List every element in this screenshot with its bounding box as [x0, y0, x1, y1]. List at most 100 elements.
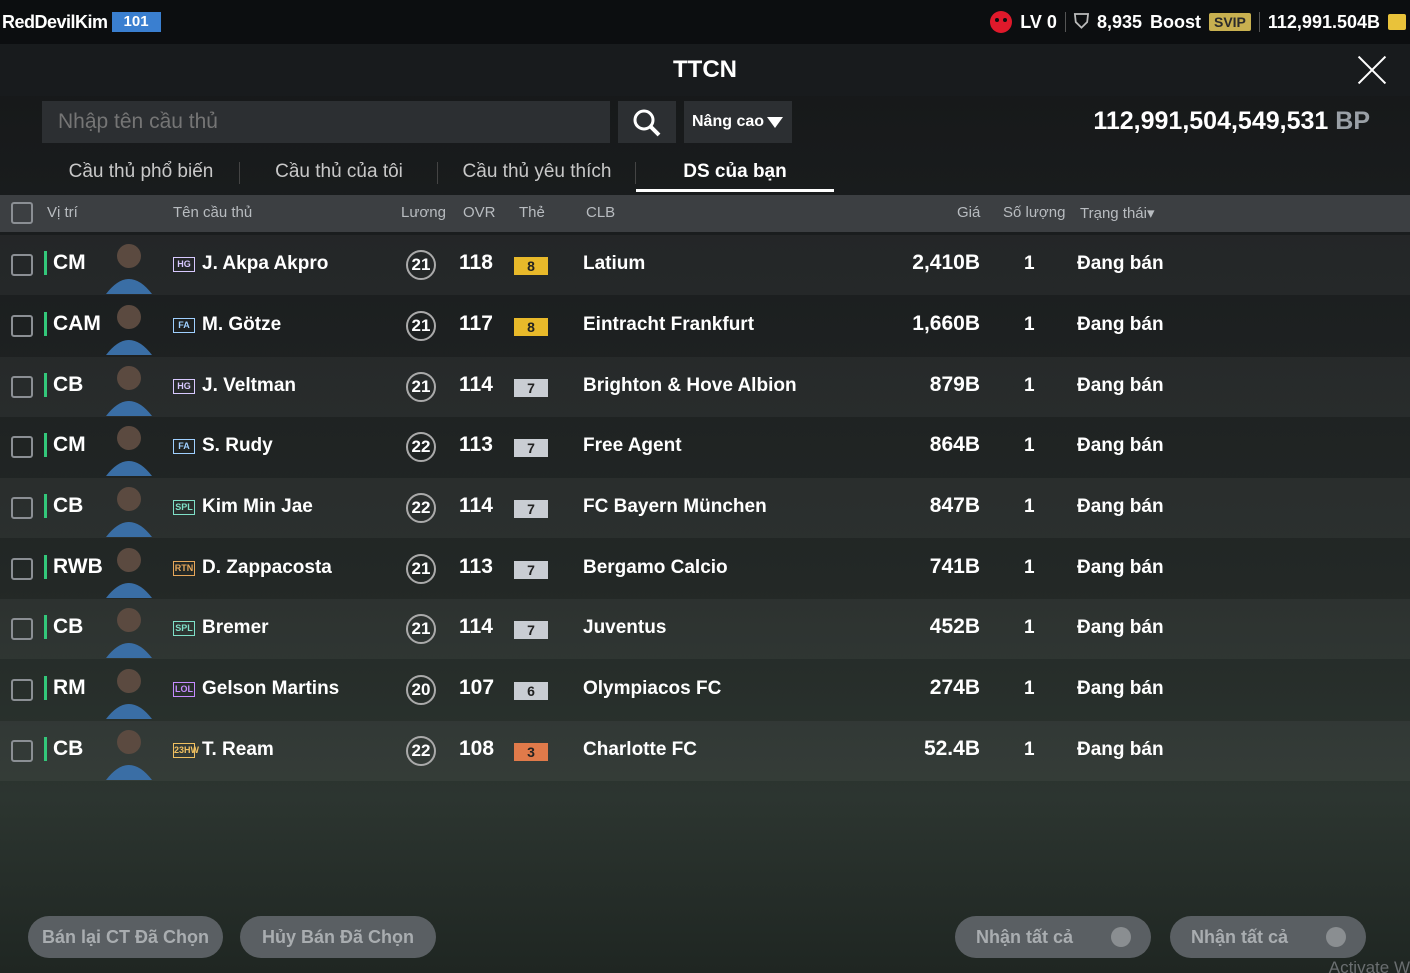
ovr-value: 118	[459, 251, 493, 274]
card-level-badge: 7	[514, 379, 548, 397]
username: RedDevilKim	[2, 11, 108, 32]
row-checkbox[interactable]	[11, 558, 33, 580]
bp-balance: 112,991,504,549,531 BP	[1093, 107, 1370, 136]
claim-all-bp-button[interactable]: Nhận tất cả	[1170, 916, 1366, 958]
status-value: Đang bán	[1077, 739, 1164, 760]
status-value: Đang bán	[1077, 375, 1164, 396]
row-checkbox[interactable]	[11, 618, 33, 640]
player-avatar	[100, 299, 158, 355]
boost-label[interactable]: Boost	[1150, 12, 1201, 33]
price-value: 864B	[929, 433, 980, 456]
tab-favorites[interactable]: Cầu thủ yêu thích	[438, 150, 636, 194]
resell-selected-button[interactable]: Bán lại CT Đã Chọn	[28, 916, 223, 958]
position: CB	[44, 737, 83, 761]
bp-icon	[1326, 927, 1346, 947]
row-checkbox[interactable]	[11, 315, 33, 337]
player-avatar	[100, 238, 158, 294]
search-button[interactable]	[618, 101, 676, 143]
header-position[interactable]: Vị trí	[47, 204, 78, 221]
ovr-value: 114	[459, 615, 493, 638]
header-name[interactable]: Tên cầu thủ	[173, 204, 252, 221]
cancel-selected-button[interactable]: Hủy Bán Đã Chọn	[240, 916, 436, 958]
quantity-value: 1	[1024, 617, 1035, 638]
tab-your-list[interactable]: DS của bạn	[636, 150, 834, 194]
season-badge-icon: RTN	[173, 561, 195, 576]
tab-my-players[interactable]: Cầu thủ của tôi	[240, 150, 438, 194]
club-name: Brighton & Hove Albion	[583, 375, 797, 396]
table-row[interactable]: CB HG J. Veltman 21 114 7 Brighton & Hov…	[0, 357, 1410, 417]
quantity-value: 1	[1024, 314, 1035, 335]
club-name: Olympiacos FC	[583, 678, 722, 699]
row-checkbox[interactable]	[11, 679, 33, 701]
wage-value: 21	[406, 311, 436, 341]
select-all-checkbox[interactable]	[11, 202, 33, 224]
price-value: 274B	[929, 676, 980, 699]
position: CM	[44, 251, 86, 275]
table-row[interactable]: CB 23HW T. Ream 22 108 3 Charlotte FC 52…	[0, 721, 1410, 781]
position: RWB	[44, 555, 103, 579]
status-value: Đang bán	[1077, 435, 1164, 456]
claim-all-label: Nhận tất cả	[976, 927, 1074, 947]
close-icon[interactable]	[1356, 54, 1388, 86]
card-level-badge: 7	[514, 500, 548, 518]
header-ovr[interactable]: OVR	[463, 204, 496, 221]
currency-bar: LV 0 ⛉ 8,935 Boost SVIP 112,991.504B	[990, 0, 1406, 44]
divider	[1258, 12, 1260, 32]
header-card[interactable]: Thẻ	[519, 204, 545, 221]
position: RM	[44, 676, 86, 700]
table-row[interactable]: CM FA S. Rudy 22 113 7 Free Agent 864B 1…	[0, 417, 1410, 477]
row-checkbox[interactable]	[11, 436, 33, 458]
row-checkbox[interactable]	[11, 740, 33, 762]
club-name: Eintracht Frankfurt	[583, 314, 755, 335]
table-row[interactable]: CM HG J. Akpa Akpro 21 118 8 Latium 2,41…	[0, 235, 1410, 295]
header-qty[interactable]: Số lượng	[1003, 204, 1065, 221]
tab-popular[interactable]: Cầu thủ phổ biến	[42, 150, 240, 194]
quantity-value: 1	[1024, 678, 1035, 699]
wage-value: 21	[406, 250, 436, 280]
player-avatar	[100, 724, 158, 780]
bp-value: 112,991,504,549,531	[1093, 107, 1329, 135]
level-badge: 101	[111, 12, 161, 32]
status-value: Đang bán	[1077, 314, 1164, 335]
quantity-value: 1	[1024, 557, 1035, 578]
search-icon	[633, 109, 661, 137]
player-name: M. Götze	[202, 314, 282, 335]
card-level-badge: 7	[514, 621, 548, 639]
position: CB	[44, 494, 83, 518]
status-value: Đang bán	[1077, 617, 1164, 638]
header-status[interactable]: Trạng thái▾	[1080, 204, 1155, 222]
season-badge-icon: 23HW	[173, 743, 199, 758]
club-name: Charlotte FC	[583, 739, 697, 760]
wage-value: 20	[406, 675, 436, 705]
quantity-value: 1	[1024, 375, 1035, 396]
table-row[interactable]: CB SPL Bremer 21 114 7 Juventus 452B 1 Đ…	[0, 599, 1410, 659]
player-avatar	[100, 360, 158, 416]
claim-all-button[interactable]: Nhận tất cả	[955, 916, 1151, 958]
header-price[interactable]: Giá	[957, 204, 980, 221]
search-input[interactable]	[42, 101, 610, 143]
table-row[interactable]: CB SPL Kim Min Jae 22 114 7 FC Bayern Mü…	[0, 478, 1410, 538]
status-value: Đang bán	[1077, 678, 1164, 699]
player-avatar	[100, 542, 158, 598]
header-wage[interactable]: Lương	[401, 204, 446, 221]
player-name: J. Akpa Akpro	[202, 253, 329, 274]
row-checkbox[interactable]	[11, 376, 33, 398]
player-name: Bremer	[202, 617, 269, 638]
row-checkbox[interactable]	[11, 497, 33, 519]
club-name: Bergamo Calcio	[583, 557, 728, 578]
table-row[interactable]: CAM FA M. Götze 21 117 8 Eintracht Frank…	[0, 296, 1410, 356]
player-name: T. Ream	[202, 739, 274, 760]
ovr-value: 107	[459, 676, 495, 699]
row-checkbox[interactable]	[11, 254, 33, 276]
club-name: FC Bayern München	[583, 496, 767, 517]
player-name: D. Zappacosta	[202, 557, 332, 578]
table-row[interactable]: RWB RTN D. Zappacosta 21 113 7 Bergamo C…	[0, 539, 1410, 599]
coin-balance: 112,991.504B	[1267, 11, 1380, 32]
table-row[interactable]: RM LOL Gelson Martins 20 107 6 Olympiaco…	[0, 660, 1410, 720]
card-level-badge: 7	[514, 561, 548, 579]
advanced-dropdown[interactable]: Nâng cao	[684, 101, 792, 143]
ovr-value: 113	[459, 433, 493, 456]
header-club[interactable]: CLB	[586, 204, 615, 221]
table-header: Vị trí Tên cầu thủ Lương OVR Thẻ CLB Giá…	[0, 195, 1410, 232]
wage-value: 21	[406, 614, 436, 644]
